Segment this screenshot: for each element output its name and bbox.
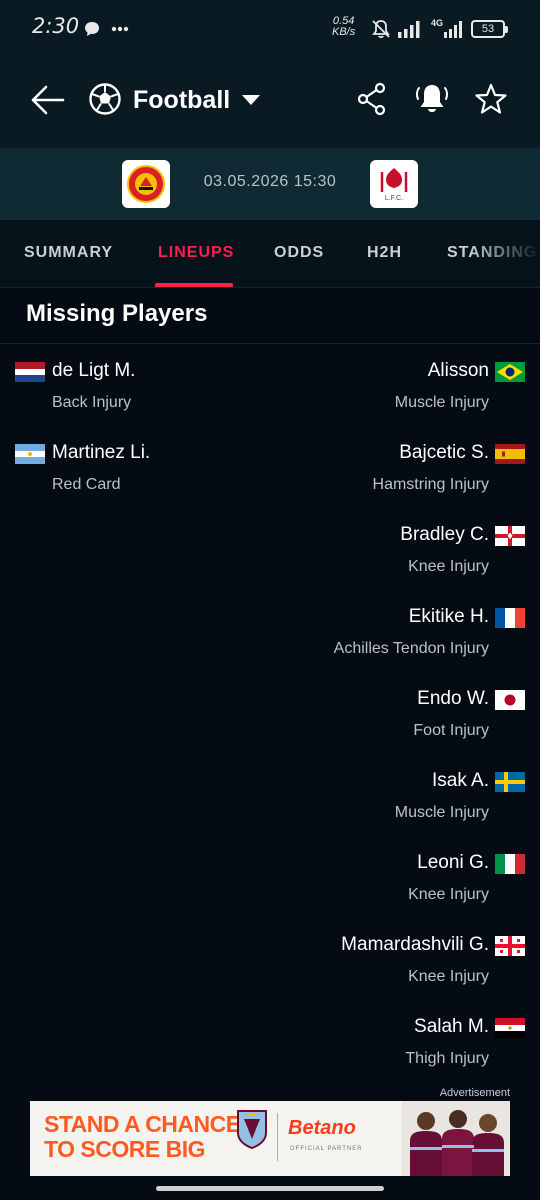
- battery-icon: 53: [471, 20, 508, 38]
- ad-label: Advertisement: [439, 1087, 510, 1099]
- player-reason: Muscle Injury: [394, 804, 489, 821]
- spain-flag-icon: [495, 444, 525, 464]
- player-reason: Knee Injury: [408, 968, 489, 985]
- player-name: Endo W.: [417, 688, 489, 709]
- tab-h2h[interactable]: H2H: [367, 244, 402, 262]
- aston-villa-crest-icon: [237, 1110, 267, 1149]
- ad-partner: OFFICIAL PARTNER: [290, 1146, 363, 1152]
- status-time: 2:30: [32, 14, 80, 38]
- signal-4g-icon: [444, 21, 462, 38]
- section-divider: [0, 343, 540, 344]
- player-name: Bajcetic S.: [399, 442, 489, 463]
- player-reason: Back Injury: [52, 394, 132, 411]
- sweden-flag-icon: [495, 772, 525, 792]
- player-name: Martinez Li.: [52, 442, 151, 463]
- player-name: Bradley C.: [400, 524, 489, 545]
- player-reason: Red Card: [52, 476, 121, 493]
- mute-icon: [372, 20, 390, 39]
- player-reason: Knee Injury: [408, 886, 489, 903]
- speed-unit: KB/s: [332, 26, 356, 38]
- status-bar: 2:30 0.54 KB/s 4G 53: [0, 0, 540, 58]
- away-team-logo[interactable]: L.F.C.: [370, 160, 418, 208]
- ad-banner[interactable]: STAND A CHANCE TO SCORE BIG Betano OFFIC…: [30, 1101, 510, 1176]
- player-reason: Foot Injury: [413, 722, 489, 739]
- soccer-ball-icon[interactable]: [88, 82, 122, 116]
- tabs-fade: [470, 220, 540, 287]
- argentina-flag-icon: [15, 444, 45, 464]
- tab-lineups[interactable]: LINEUPS: [158, 244, 234, 262]
- france-flag-icon: [495, 608, 525, 628]
- ad-players-image-icon: [402, 1101, 510, 1176]
- manchester-united-crest-icon: [127, 165, 165, 203]
- match-tabs: SUMMARY LINEUPS ODDS H2H STANDINGS: [0, 220, 540, 288]
- share-icon[interactable]: [356, 82, 388, 116]
- georgia-flag-icon: [495, 936, 525, 956]
- bell-icon[interactable]: [414, 82, 450, 116]
- back-arrow-icon[interactable]: [30, 84, 66, 116]
- brazil-flag-icon: [495, 362, 525, 382]
- tab-odds[interactable]: ODDS: [274, 244, 324, 262]
- section-title: Missing Players: [26, 300, 208, 327]
- ad-headline-line-1: STAND A CHANCE: [44, 1111, 241, 1137]
- player-name: de Ligt M.: [52, 360, 136, 381]
- ad-headline: STAND A CHANCE TO SCORE BIG: [44, 1112, 241, 1162]
- dropdown-icon[interactable]: [241, 94, 261, 106]
- network-speed: 0.54 KB/s: [332, 16, 355, 38]
- tab-summary[interactable]: SUMMARY: [24, 244, 113, 262]
- egypt-flag-icon: [495, 1018, 525, 1038]
- match-header[interactable]: 03.05.2026 15:30 L.F.C.: [0, 148, 540, 220]
- player-name: Ekitike H.: [408, 606, 489, 627]
- player-name: Mamardashvili G.: [341, 934, 489, 955]
- home-team-logo[interactable]: [122, 160, 170, 208]
- gesture-bar[interactable]: [156, 1186, 384, 1191]
- ad-brand: Betano: [288, 1117, 356, 1139]
- message-icon: [85, 22, 99, 36]
- signal-icon: [398, 21, 420, 38]
- player-reason: Muscle Injury: [394, 394, 489, 411]
- player-reason: Achilles Tendon Injury: [333, 640, 489, 657]
- player-name: Alisson: [427, 360, 489, 381]
- netherlands-flag-icon: [15, 362, 45, 382]
- japan-flag-icon: [495, 690, 525, 710]
- ad-headline-line-2: TO SCORE BIG: [44, 1136, 205, 1162]
- player-name: Salah M.: [414, 1016, 489, 1037]
- player-reason: Hamstring Injury: [372, 476, 489, 493]
- match-datetime: 03.05.2026 15:30: [203, 173, 337, 190]
- ad-separator: [277, 1113, 278, 1161]
- star-icon[interactable]: [474, 82, 508, 116]
- active-tab-indicator: [155, 283, 233, 287]
- player-reason: Knee Injury: [408, 558, 489, 575]
- northern-ireland-flag-icon: [495, 526, 525, 546]
- svg-text:L.F.C.: L.F.C.: [385, 195, 403, 202]
- liverpool-crest-icon: L.F.C.: [380, 168, 408, 202]
- player-name: Isak A.: [431, 770, 489, 791]
- player-reason: Thigh Injury: [405, 1050, 489, 1067]
- app-bar: Football: [0, 58, 540, 148]
- sport-selector[interactable]: Football: [133, 86, 230, 115]
- player-name: Leoni G.: [417, 852, 489, 873]
- italy-flag-icon: [495, 854, 525, 874]
- more-icon: [111, 26, 129, 32]
